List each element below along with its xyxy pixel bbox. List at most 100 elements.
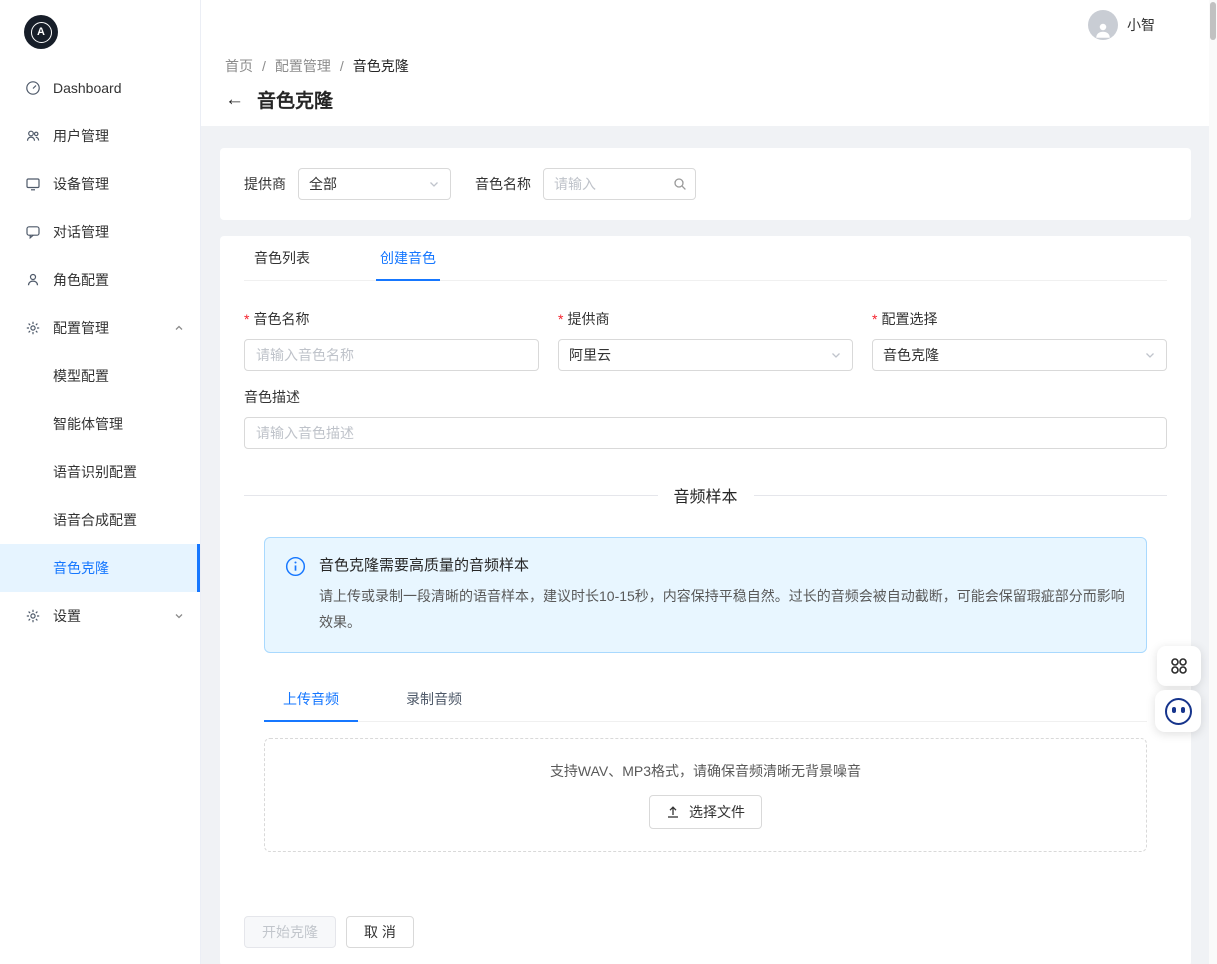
- breadcrumb-separator: /: [262, 58, 266, 74]
- config-select-value: 音色克隆: [883, 345, 939, 365]
- create-voice-form-row: * 音色名称 * 提供商 阿里云: [244, 309, 1167, 371]
- user-avatar-icon: [1088, 10, 1118, 40]
- sidebar-item-label: 智能体管理: [53, 414, 123, 434]
- search-icon: [673, 177, 687, 191]
- sidebar-item-label: 配置管理: [53, 318, 109, 338]
- sidebar-menu: Dashboard 用户管理 设备管理 对话管理: [0, 64, 200, 640]
- sidebar-item-agent-management[interactable]: 智能体管理: [0, 400, 200, 448]
- users-icon: [25, 128, 41, 144]
- chevron-down-icon: [1144, 349, 1156, 361]
- logo-icon: A: [24, 15, 58, 49]
- sidebar-item-settings[interactable]: 设置: [0, 592, 200, 640]
- provider-filter-label: 提供商: [244, 174, 286, 194]
- choose-file-button[interactable]: 选择文件: [649, 795, 762, 829]
- robot-face-icon: [1165, 698, 1192, 725]
- required-asterisk: *: [244, 311, 249, 327]
- sidebar-item-label: 角色配置: [53, 270, 109, 290]
- quick-panel-button[interactable]: [1157, 646, 1201, 686]
- main-area: 小智 首页 / 配置管理 / 音色克隆 ← 音色克隆 提供商 全部: [201, 0, 1217, 964]
- sidebar-item-tts-config[interactable]: 语音合成配置: [0, 496, 200, 544]
- breadcrumb-home[interactable]: 首页: [225, 56, 253, 76]
- user-menu[interactable]: 小智: [1088, 10, 1155, 40]
- audio-sample-title: 音频样本: [658, 483, 754, 507]
- chevron-down-icon: [428, 178, 440, 190]
- tab-voice-list[interactable]: 音色列表: [250, 236, 314, 281]
- breadcrumb-config[interactable]: 配置管理: [275, 56, 331, 76]
- voice-desc-label: 音色描述: [244, 387, 300, 407]
- scrollbar-track[interactable]: [1209, 0, 1217, 964]
- sidebar-item-label: 设备管理: [53, 174, 109, 194]
- main-tabs: 音色列表 创建音色: [244, 236, 1167, 281]
- chat-icon: [25, 224, 41, 240]
- sidebar-item-voice-clone[interactable]: 音色克隆: [0, 544, 200, 592]
- dashboard-icon: [25, 80, 41, 96]
- sidebar-item-users[interactable]: 用户管理: [0, 112, 200, 160]
- app-logo: A: [0, 0, 200, 64]
- alert-title: 音色克隆需要高质量的音频样本: [319, 554, 1126, 575]
- form-actions: 开始克隆 取 消: [244, 916, 1167, 948]
- upload-dropzone[interactable]: 支持WAV、MP3格式，请确保音频清晰无背景噪音 选择文件: [264, 738, 1147, 852]
- sidebar-item-label: 语音合成配置: [53, 510, 137, 530]
- provider-label: 提供商: [567, 309, 609, 329]
- alert-body: 请上传或录制一段清晰的语音样本，建议时长10-15秒，内容保持平稳自然。过长的音…: [319, 584, 1126, 636]
- sidebar-item-roles[interactable]: 角色配置: [0, 256, 200, 304]
- tab-record-audio[interactable]: 录制音频: [387, 677, 481, 722]
- sidebar-item-devices[interactable]: 设备管理: [0, 160, 200, 208]
- info-icon: [285, 556, 306, 636]
- filter-card: 提供商 全部 音色名称: [220, 148, 1191, 220]
- required-asterisk: *: [872, 311, 877, 327]
- provider-filter-select[interactable]: 全部: [298, 168, 451, 200]
- sidebar-item-label: 语音识别配置: [53, 462, 137, 482]
- provider-field: * 提供商 阿里云: [558, 309, 853, 371]
- device-icon: [25, 176, 41, 192]
- username: 小智: [1127, 15, 1155, 35]
- breadcrumb-separator: /: [340, 58, 344, 74]
- sidebar-item-label: 对话管理: [53, 222, 109, 242]
- sidebar-item-asr-config[interactable]: 语音识别配置: [0, 448, 200, 496]
- provider-value: 阿里云: [569, 345, 611, 365]
- tab-upload-audio[interactable]: 上传音频: [264, 677, 358, 722]
- sidebar-item-config[interactable]: 配置管理: [0, 304, 200, 352]
- sidebar-item-label: 音色克隆: [53, 558, 109, 578]
- back-button[interactable]: ←: [225, 90, 244, 109]
- upload-icon: [666, 805, 680, 819]
- start-clone-button[interactable]: 开始克隆: [244, 916, 336, 948]
- chevron-down-icon: [830, 349, 842, 361]
- provider-select[interactable]: 阿里云: [558, 339, 853, 371]
- audio-sample-divider: 音频样本: [244, 483, 1167, 507]
- page-title: 音色克隆: [257, 86, 333, 113]
- sidebar-submenu-config: 模型配置 智能体管理 语音识别配置 语音合成配置 音色克隆: [0, 352, 200, 592]
- tab-create-voice[interactable]: 创建音色: [376, 236, 440, 281]
- audio-sample-alert: 音色克隆需要高质量的音频样本 请上传或录制一段清晰的语音样本，建议时长10-15…: [264, 537, 1147, 653]
- app-root: A Dashboard 用户管理 设备管理: [0, 0, 1217, 964]
- topbar: 小智: [201, 0, 1217, 50]
- scrollbar-thumb[interactable]: [1210, 2, 1216, 40]
- voice-desc-field: 音色描述: [244, 387, 1167, 449]
- upload-hint: 支持WAV、MP3格式，请确保音频清晰无背景噪音: [550, 761, 861, 781]
- voice-clone-card: 音色列表 创建音色 * 音色名称 * 提供商: [220, 236, 1191, 964]
- sidebar-item-dashboard[interactable]: Dashboard: [0, 64, 200, 112]
- breadcrumb: 首页 / 配置管理 / 音色克隆: [225, 56, 1193, 76]
- sidebar-item-label: 用户管理: [53, 126, 109, 146]
- audio-source-tabs: 上传音频 录制音频: [264, 677, 1147, 722]
- voice-desc-input[interactable]: [244, 417, 1167, 449]
- page-header: 首页 / 配置管理 / 音色克隆 ← 音色克隆: [201, 50, 1217, 126]
- title-row: ← 音色克隆: [225, 86, 1193, 113]
- sidebar: A Dashboard 用户管理 设备管理: [0, 0, 201, 964]
- sidebar-item-conversations[interactable]: 对话管理: [0, 208, 200, 256]
- assistant-button[interactable]: [1155, 690, 1201, 732]
- content: 提供商 全部 音色名称 音色列表: [201, 126, 1217, 964]
- config-select-field: * 配置选择 音色克隆: [872, 309, 1167, 371]
- sidebar-item-label: 设置: [53, 606, 81, 626]
- breadcrumb-current: 音色克隆: [353, 56, 409, 76]
- voice-name-field: * 音色名称: [244, 309, 539, 371]
- voice-name-label: 音色名称: [253, 309, 309, 329]
- cancel-button[interactable]: 取 消: [346, 916, 414, 948]
- voice-name-filter-label: 音色名称: [475, 174, 531, 194]
- sidebar-item-label: 模型配置: [53, 366, 109, 386]
- voice-name-input[interactable]: [244, 339, 539, 371]
- sidebar-item-model-config[interactable]: 模型配置: [0, 352, 200, 400]
- config-select-label: 配置选择: [881, 309, 937, 329]
- config-select[interactable]: 音色克隆: [872, 339, 1167, 371]
- sidebar-item-label: Dashboard: [53, 80, 122, 96]
